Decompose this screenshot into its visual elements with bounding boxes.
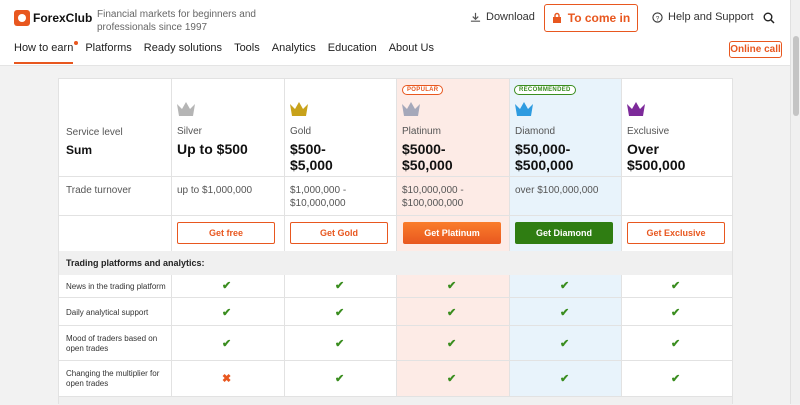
check-icon: ✔ xyxy=(447,307,457,319)
row-divider xyxy=(59,215,732,216)
get-gold-button[interactable]: Get Gold xyxy=(290,222,388,244)
nav-platforms[interactable]: Platforms xyxy=(85,42,131,64)
nav-how-to-earn[interactable]: How to earn xyxy=(14,41,79,64)
download-label: Download xyxy=(486,11,535,23)
page-scrollbar[interactable] xyxy=(790,0,800,404)
turnover-gold: $1,000,000 - $10,000,000 xyxy=(290,185,347,209)
check-icon: ✔ xyxy=(447,373,457,385)
tier-sum-gold: $500- $5,000 xyxy=(290,141,333,173)
turnover-platinum: $10,000,000 - $100,000,000 xyxy=(402,185,464,209)
tier-name-silver: Silver xyxy=(177,126,203,137)
check-icon: ✔ xyxy=(671,338,681,350)
row-divider xyxy=(59,360,732,361)
cross-icon: ✖ xyxy=(222,373,232,385)
check-icon: ✔ xyxy=(222,307,232,319)
tier-name-platinum: Platinum xyxy=(402,126,441,137)
row-divider xyxy=(59,297,732,298)
nav-education[interactable]: Education xyxy=(328,42,377,64)
crown-icon-gold xyxy=(290,102,308,116)
get-platinum-button[interactable]: Get Platinum xyxy=(403,222,501,244)
feature-label: Changing the multiplier for open trades xyxy=(66,369,160,388)
check-icon: ✔ xyxy=(671,373,681,385)
account-levels-table: Service level Sum Trade turnover Silver … xyxy=(58,78,733,405)
check-icon: ✔ xyxy=(560,338,570,350)
check-icon: ✔ xyxy=(335,307,345,319)
check-icon: ✔ xyxy=(671,280,681,292)
tier-sum-silver: Up to $500 xyxy=(177,141,248,157)
search-icon[interactable] xyxy=(763,12,775,24)
label-trade-turnover: Trade turnover xyxy=(66,185,132,196)
help-label: Help and Support xyxy=(668,11,754,23)
check-icon: ✔ xyxy=(671,307,681,319)
turnover-silver: up to $1,000,000 xyxy=(177,185,253,196)
download-icon xyxy=(470,12,481,22)
download-link[interactable]: Download xyxy=(470,11,535,23)
check-icon: ✔ xyxy=(222,338,232,350)
crown-icon-diamond xyxy=(515,102,533,116)
online-call-button[interactable]: Online call xyxy=(729,41,782,58)
label-sum: Sum xyxy=(66,143,93,157)
check-icon: ✔ xyxy=(222,280,232,292)
get-exclusive-button[interactable]: Get Exclusive xyxy=(627,222,725,244)
get-free-button[interactable]: Get free xyxy=(177,222,275,244)
new-dot-icon xyxy=(74,41,79,45)
feature-label: News in the trading platform xyxy=(66,282,166,291)
tagline: Financial markets for beginners and prof… xyxy=(97,9,256,33)
row-divider xyxy=(59,325,732,326)
check-icon: ✔ xyxy=(335,373,345,385)
crown-icon-platinum xyxy=(402,102,420,116)
crown-icon-exclusive xyxy=(627,102,645,116)
nav-about-us[interactable]: About Us xyxy=(389,42,434,64)
help-link[interactable]: ? Help and Support xyxy=(652,11,754,23)
nav-tools[interactable]: Tools xyxy=(234,42,260,64)
tier-sum-platinum: $5000- $50,000 xyxy=(402,141,453,173)
svg-text:?: ? xyxy=(656,15,660,22)
turnover-diamond: over $100,000,000 xyxy=(515,185,599,196)
check-icon: ✔ xyxy=(560,307,570,319)
feature-label: Mood of traders based on open trades xyxy=(66,334,158,353)
tier-name-diamond: Diamond xyxy=(515,126,556,137)
main-nav: How to earn Platforms Ready solutions To… xyxy=(14,41,446,64)
popular-badge: POPULAR xyxy=(402,85,444,95)
crown-icon-silver xyxy=(177,102,195,116)
feature-label: Daily analytical support xyxy=(66,308,149,317)
scroll-thumb[interactable] xyxy=(793,36,799,116)
tier-name-gold: Gold xyxy=(290,126,312,137)
check-icon: ✔ xyxy=(335,280,345,292)
login-button[interactable]: To come in xyxy=(544,4,638,32)
help-icon: ? xyxy=(652,11,663,23)
label-service-level: Service level xyxy=(66,127,123,138)
check-icon: ✔ xyxy=(335,338,345,350)
nav-ready-solutions[interactable]: Ready solutions xyxy=(144,42,222,64)
logo[interactable]: ForexClub xyxy=(14,10,92,26)
lock-icon xyxy=(552,12,561,23)
logo-icon xyxy=(14,10,30,26)
check-icon: ✔ xyxy=(447,338,457,350)
logo-text: ForexClub xyxy=(33,11,93,25)
tier-name-exclusive: Exclusive xyxy=(627,126,670,137)
nav-analytics[interactable]: Analytics xyxy=(272,42,316,64)
check-icon: ✔ xyxy=(447,280,457,292)
check-icon: ✔ xyxy=(560,373,570,385)
row-divider xyxy=(59,176,732,177)
section-title: Trading platforms and analytics: xyxy=(59,251,732,275)
tier-sum-diamond: $50,000- $500,000 xyxy=(515,141,574,173)
get-diamond-button[interactable]: Get Diamond xyxy=(515,222,613,244)
check-icon: ✔ xyxy=(560,280,570,292)
recommended-badge: RECOMMENDED xyxy=(514,85,576,95)
site-header: ForexClub Financial markets for beginner… xyxy=(0,0,790,66)
login-label: To come in xyxy=(567,11,631,25)
tier-sum-exclusive: Over $500,000 xyxy=(627,141,686,173)
